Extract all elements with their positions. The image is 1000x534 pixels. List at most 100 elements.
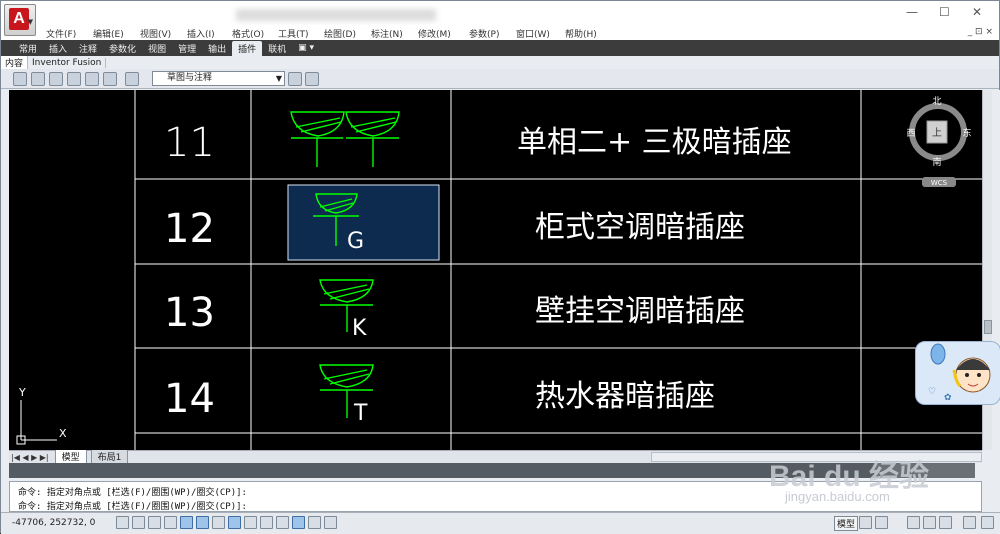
menu-window[interactable]: 窗口(W) — [516, 27, 550, 40]
compass-south: 南 — [932, 156, 941, 168]
row-number: 13 — [164, 290, 215, 336]
dynamic-ucs-icon[interactable] — [244, 516, 257, 529]
right-edge — [992, 90, 1000, 534]
polar-tracking-icon[interactable] — [180, 516, 193, 529]
drawing-canvas[interactable]: 11 12 13 14 G K T 单相二+ 三极暗插座 柜式空调暗插座 壁挂空… — [9, 90, 982, 450]
print-icon[interactable] — [85, 72, 99, 86]
grid-display-icon[interactable] — [148, 516, 161, 529]
new-file-icon[interactable] — [13, 72, 27, 86]
menu-insert[interactable]: 插入(I) — [187, 27, 215, 40]
viewcube-face: 上 — [932, 127, 942, 139]
transparency-icon[interactable] — [292, 516, 305, 529]
row-label: 热水器暗插座 — [535, 379, 715, 414]
wcs-menu: WCS — [931, 179, 948, 187]
subtab-inventor-fusion[interactable]: Inventor Fusion — [28, 57, 107, 68]
tab-view[interactable]: 视图 — [142, 41, 172, 56]
tab-model[interactable]: 模型 — [54, 450, 87, 464]
maximize-button[interactable]: ☐ — [939, 5, 950, 19]
menu-file[interactable]: 文件(F) — [46, 27, 76, 40]
menu-modify[interactable]: 修改(M) — [418, 27, 451, 40]
command-history-line: 命令: 指定对角点或 [栏选(F)/圈围(WP)/圈交(CP)]: — [18, 488, 247, 498]
ucs-x-label: X — [59, 427, 67, 440]
tab-annotate[interactable]: 注释 — [73, 41, 103, 56]
workspace-settings-icon[interactable] — [288, 72, 302, 86]
ribbon-tabs: 常用 插入 注释 参数化 视图 管理 输出 插件 联机 ▣ ▾ — [1, 40, 999, 56]
clean-screen-icon[interactable] — [981, 516, 994, 529]
viewcube[interactable]: 北 南 东 西 上 WCS — [906, 96, 972, 187]
infer-constraints-icon[interactable] — [116, 516, 129, 529]
tab-output[interactable]: 输出 — [202, 41, 232, 56]
tab-layout1[interactable]: 布局1 — [90, 450, 129, 464]
svg-text:✿: ✿ — [944, 393, 952, 403]
compass-north: 北 — [932, 96, 941, 107]
ortho-mode-icon[interactable] — [164, 516, 177, 529]
tab-insert[interactable]: 插入 — [43, 41, 73, 56]
menu-help[interactable]: 帮助(H) — [565, 27, 597, 40]
redo-icon[interactable] — [125, 72, 139, 86]
quick-properties-icon[interactable] — [308, 516, 321, 529]
minimize-button[interactable]: — — [906, 5, 918, 19]
subtab-content[interactable]: 内容 — [1, 56, 29, 69]
menu-format[interactable]: 格式(O) — [232, 27, 264, 40]
tab-manage[interactable]: 管理 — [172, 41, 202, 56]
open-file-icon[interactable] — [31, 72, 45, 86]
workspace-select[interactable]: 草图与注释 ▼ — [152, 71, 285, 86]
menu-draw[interactable]: 绘图(D) — [324, 27, 356, 40]
save-icon[interactable] — [49, 72, 63, 86]
row-number: 11 — [164, 120, 215, 166]
workspace-switch-icon[interactable] — [907, 516, 920, 529]
blurred-title — [236, 9, 436, 21]
assistant-avatar[interactable]: ♡ ✿ — [915, 341, 1000, 405]
ucs-y-label: Y — [18, 386, 26, 399]
undo-icon[interactable] — [103, 72, 117, 86]
lineweight-icon[interactable] — [276, 516, 289, 529]
model-space-button[interactable]: 模型 — [834, 516, 859, 531]
3d-object-snap-icon[interactable] — [212, 516, 225, 529]
snap-mode-icon[interactable] — [132, 516, 145, 529]
quick-view-drawings-icon[interactable] — [875, 516, 888, 529]
layout-nav-arrows[interactable]: |◀ ◀ ▶ ▶| — [9, 453, 51, 462]
compass-east: 东 — [962, 127, 971, 139]
save-as-icon[interactable] — [67, 72, 81, 86]
row-number: 14 — [164, 376, 215, 422]
isolate-objects-icon[interactable] — [963, 516, 976, 529]
object-snap-icon[interactable] — [196, 516, 209, 529]
layer-icon[interactable] — [305, 72, 319, 86]
dynamic-input-icon[interactable] — [260, 516, 273, 529]
command-divider — [9, 463, 875, 478]
status-bar: -47706, 252732, 0 模型 — [1, 512, 1000, 534]
menu-bar: 文件(F) 编辑(E) 视图(V) 插入(I) 格式(O) 工具(T) 绘图(D… — [1, 25, 999, 40]
menu-dimension[interactable]: 标注(N) — [371, 27, 403, 40]
menu-parametric[interactable]: 参数(P) — [469, 27, 499, 40]
close-button[interactable]: ✕ — [972, 5, 982, 19]
tab-online[interactable]: 联机 — [262, 41, 292, 56]
chevron-down-icon: ▼ — [275, 74, 282, 83]
menu-edit[interactable]: 编辑(E) — [93, 27, 124, 40]
command-input[interactable]: 命令: 指定对角点或 [栏选(F)/圈围(WP)/圈交(CP)]: — [18, 499, 247, 512]
tab-home[interactable]: 常用 — [13, 41, 43, 56]
tab-parametric[interactable]: 参数化 — [103, 41, 142, 56]
drawing-window-controls[interactable]: _ ⊡ × — [968, 27, 993, 37]
menu-view[interactable]: 视图(V) — [140, 27, 171, 40]
selection-cycling-icon[interactable] — [324, 516, 337, 529]
title-bar: — ☐ ✕ — [1, 1, 999, 25]
row-label: 壁挂空调暗插座 — [535, 294, 745, 329]
left-edge — [1, 90, 9, 450]
coordinates-readout: -47706, 252732, 0 — [12, 518, 96, 528]
scrollbar-thumb[interactable] — [984, 320, 992, 334]
workspace-value: 草图与注释 — [167, 73, 213, 83]
hardware-acceleration-icon[interactable] — [939, 516, 952, 529]
symbol-letter: G — [347, 229, 364, 254]
object-snap-tracking-icon[interactable] — [228, 516, 241, 529]
baidu-watermark-url: jingyan.baidu.com — [785, 489, 890, 504]
menu-tools[interactable]: 工具(T) — [278, 27, 309, 40]
lock-icon[interactable] — [923, 516, 936, 529]
camera-icon[interactable]: ▣ ▾ — [292, 42, 320, 54]
application-menu-button[interactable]: A ▼ — [4, 4, 36, 36]
quick-view-layouts-icon[interactable] — [859, 516, 872, 529]
chevron-down-icon: ▼ — [27, 18, 33, 26]
ucs-icon — [16, 400, 57, 445]
tab-plugins[interactable]: 插件 — [232, 40, 263, 56]
cad-drawing: 11 12 13 14 G K T 单相二+ 三极暗插座 柜式空调暗插座 壁挂空… — [16, 90, 982, 450]
row-number: 12 — [164, 206, 215, 252]
